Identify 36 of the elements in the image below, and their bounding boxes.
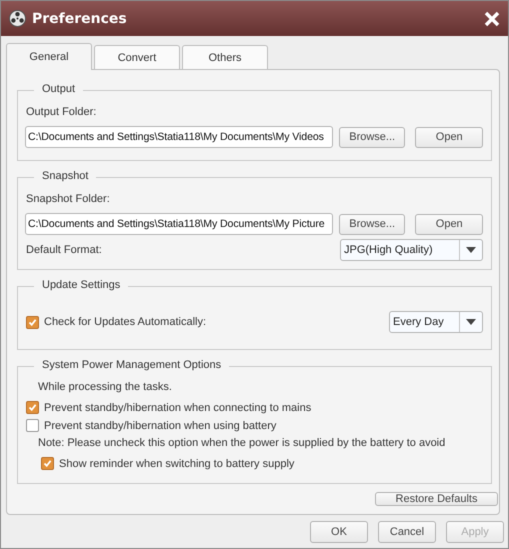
field-label: Default Format: — [26, 244, 102, 256]
field-label: Snapshot Folder: — [26, 193, 110, 205]
dropdown[interactable]: Every Day — [389, 311, 483, 333]
dropdown-arrow-icon — [466, 247, 476, 253]
checkbox-label[interactable]: Prevent standby/hibernation when connecting to mains — [44, 402, 312, 414]
note-text: Note: Please uncheck this option when the power is supplied by the battery to avoid — [38, 437, 446, 449]
tab[interactable]: Others — [182, 45, 268, 69]
dialog-button[interactable]: Cancel — [378, 520, 436, 542]
film-reel-icon — [9, 10, 26, 27]
group-title: Snapshot — [42, 170, 88, 182]
group-title: Output — [42, 83, 76, 95]
tab[interactable]: General — [6, 43, 92, 70]
tab[interactable]: Convert — [94, 45, 180, 69]
dropdown[interactable]: JPG(High Quality) — [340, 239, 483, 261]
restore-defaults-button[interactable]: Restore Defaults — [375, 492, 498, 506]
group-title: System Power Management Options — [42, 359, 222, 371]
browse-button[interactable]: Browse... — [338, 214, 406, 234]
path-field[interactable]: C:\Documents and Settings\Statia118\My Documents\My Picture — [25, 213, 333, 235]
close-icon[interactable] — [484, 10, 500, 26]
dropdown-arrow-icon — [466, 319, 476, 325]
checkbox[interactable] — [41, 457, 54, 470]
checkbox[interactable] — [26, 419, 39, 432]
note-text: While processing the tasks. — [38, 381, 172, 393]
open-button[interactable]: Open — [415, 126, 483, 148]
checkbox-label[interactable]: Check for Updates Automatically: — [44, 316, 206, 328]
group-title: Update Settings — [42, 279, 120, 291]
window-title: Preferences — [32, 10, 128, 26]
checkbox[interactable] — [26, 316, 39, 328]
path-field[interactable]: C:\Documents and Settings\Statia118\My Documents\My Videos — [25, 126, 333, 148]
checkbox[interactable] — [26, 401, 39, 414]
open-button[interactable]: Open — [415, 214, 483, 234]
browse-button[interactable]: Browse... — [338, 126, 406, 148]
field-label: Output Folder: — [26, 106, 96, 118]
checkbox-label[interactable]: Prevent standby/hibernation when using battery — [44, 420, 276, 432]
dialog-button[interactable]: OK — [310, 520, 368, 542]
checkbox-label[interactable]: Show reminder when switching to battery supply — [59, 458, 294, 470]
